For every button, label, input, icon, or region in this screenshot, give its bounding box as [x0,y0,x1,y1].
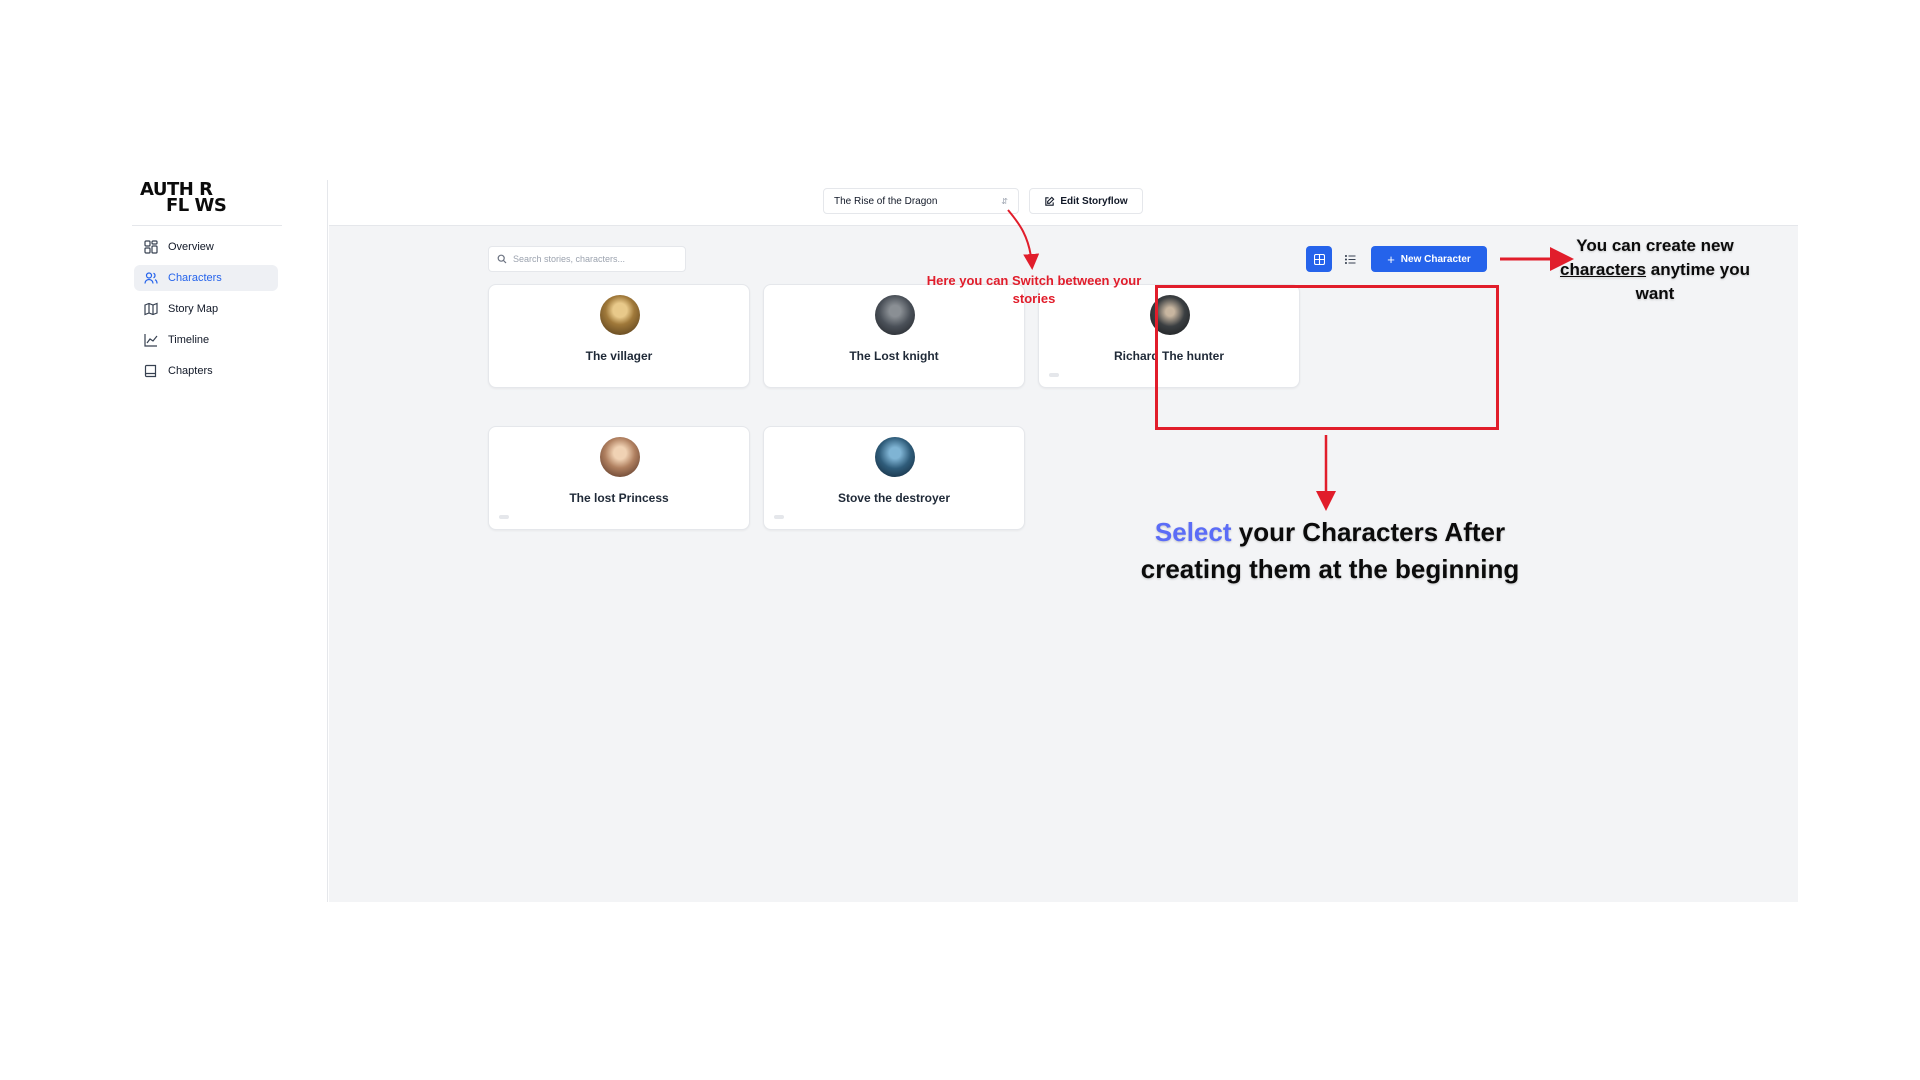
chevron-updown-icon: ⇵ [1001,196,1008,206]
sidebar-divider [132,225,282,226]
sidebar-item-chapters[interactable]: Chapters [134,358,278,384]
new-character-label: New Character [1400,253,1471,265]
select-characters-hint: Select your Characters After creating th… [1140,514,1520,588]
highlight-box [1155,285,1499,430]
sidebar-item-characters[interactable]: Characters [134,265,278,291]
grid-view-icon [1313,253,1325,265]
character-tag [1049,373,1059,377]
character-card[interactable]: Stove the destroyer [763,426,1025,530]
plus-icon: + [1387,251,1395,267]
character-tag [774,515,784,519]
sidebar-item-timeline[interactable]: Timeline [134,327,278,353]
list-view-icon [1344,254,1355,264]
grid-icon [144,240,158,254]
edit-storyflow-label: Edit Storyflow [1060,195,1128,207]
top-bar: The Rise of the Dragon ⇵ Edit Storyflow [329,180,1798,226]
main-content: Search stories, characters... + New Char… [329,226,1798,902]
sidebar-nav: Overview Characters Story Map Timeline C… [134,234,278,389]
story-select[interactable]: The Rise of the Dragon ⇵ [823,188,1019,214]
grid-view-toggle[interactable] [1306,246,1332,272]
select-hint-highlight: Select [1154,517,1232,547]
character-avatar [875,295,915,335]
new-hint-text-a: You can create new [1576,236,1734,255]
book-icon [144,364,157,378]
story-select-value: The Rise of the Dragon [834,195,938,207]
character-card[interactable]: The lost Princess [488,426,750,530]
character-avatar [600,437,640,477]
chart-line-icon [144,334,158,347]
sidebar-item-label: Timeline [168,334,210,346]
sidebar-item-label: Overview [168,241,214,253]
list-view-toggle[interactable] [1337,246,1363,272]
new-character-button[interactable]: + New Character [1371,246,1487,272]
edit-icon [1045,196,1055,206]
users-icon [144,272,158,284]
character-avatar [600,295,640,335]
character-avatar [875,437,915,477]
search-icon [497,254,507,264]
new-character-hint: You can create new characters anytime yo… [1560,234,1750,306]
search-placeholder: Search stories, characters... [513,254,626,264]
logo[interactable]: AUTH R FL WS [140,181,260,222]
logo-line-2: FL WS [166,195,227,216]
sidebar-item-overview[interactable]: Overview [134,234,278,260]
character-card[interactable]: The villager [488,284,750,388]
edit-storyflow-button[interactable]: Edit Storyflow [1029,188,1143,214]
sidebar-item-story-map[interactable]: Story Map [134,296,278,322]
sidebar-item-label: Story Map [168,303,219,315]
new-hint-text-b: characters [1560,260,1647,279]
sidebar-item-label: Characters [168,272,222,284]
character-name: The villager [585,349,653,363]
sidebar: AUTH R FL WS Overview Characters Story M… [132,180,328,902]
new-hint-text-c: anytime you want [1635,260,1750,303]
sidebar-item-label: Chapters [168,365,213,377]
story-switch-hint: Here you can Switch between your stories [926,273,1142,306]
character-name: The lost Princess [569,491,669,505]
character-name: Stove the destroyer [837,491,951,505]
character-tag [499,515,509,519]
search-input[interactable]: Search stories, characters... [488,246,686,272]
character-name: The Lost knight [849,349,939,363]
map-icon [144,302,158,316]
